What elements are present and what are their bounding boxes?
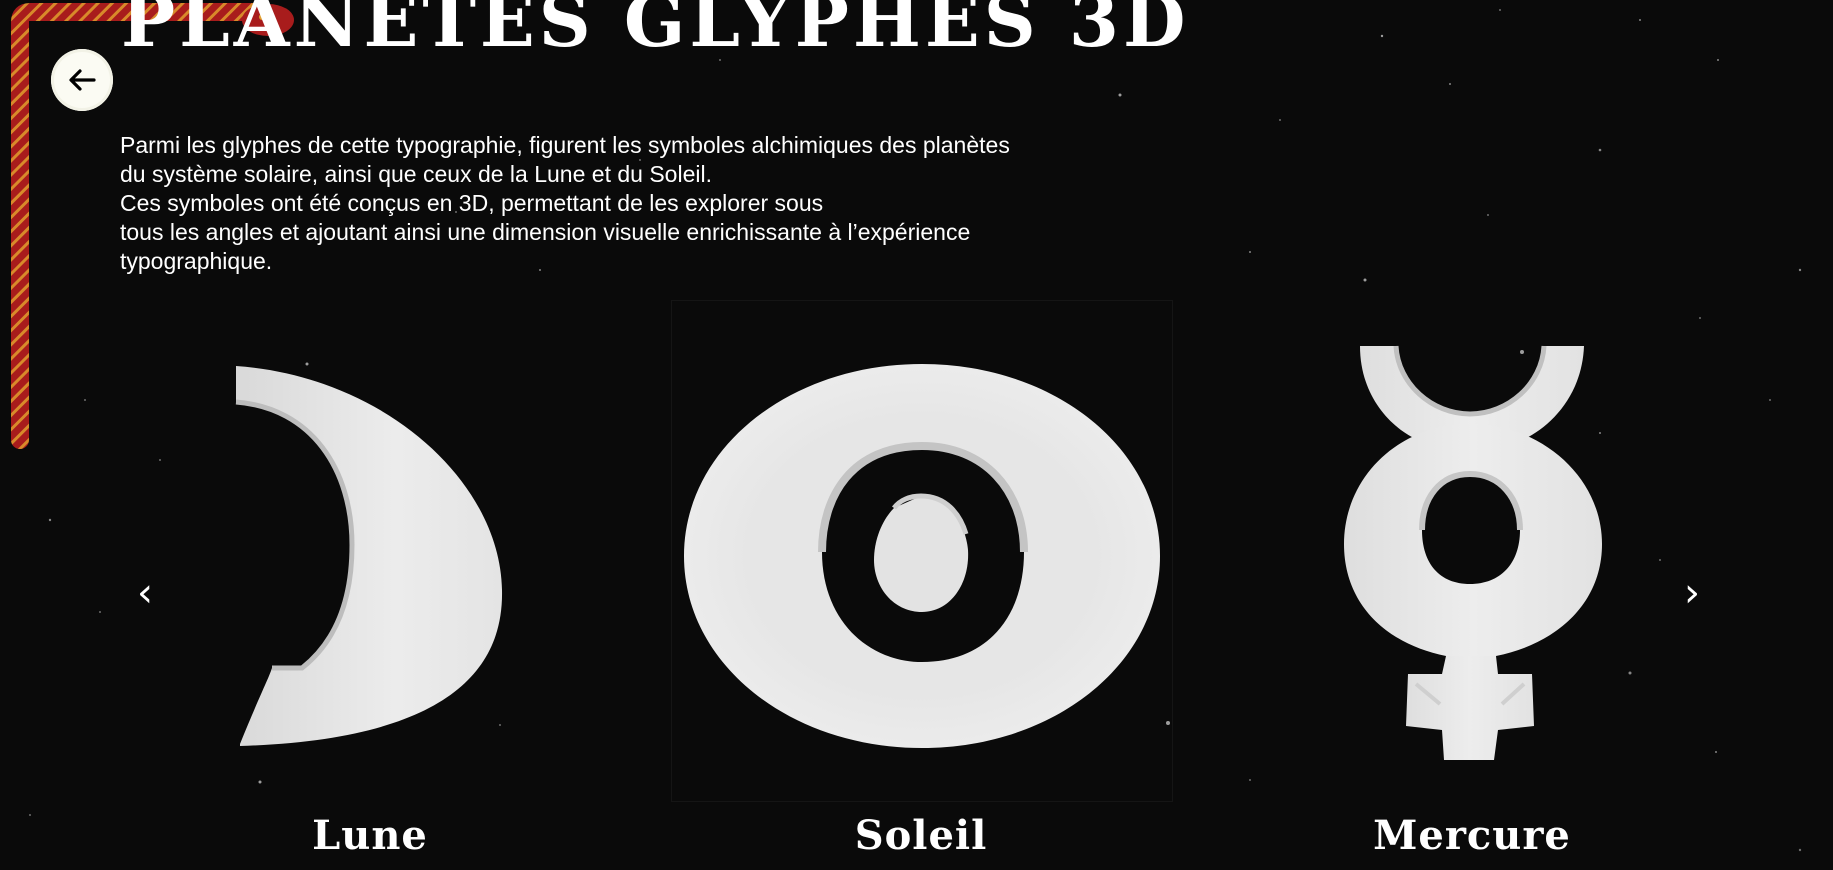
back-button[interactable] <box>51 49 113 111</box>
intro-line: tous les angles et ajoutant ainsi une di… <box>120 219 971 245</box>
intro-line: Parmi les glyphes de cette typographie, … <box>120 132 1010 158</box>
sun-glyph-3d[interactable] <box>684 364 1160 748</box>
glyph-label-lune: Lune <box>312 812 428 859</box>
page: PLANÈTES GLYPHES 3D Parmi les glyphes de… <box>0 0 1833 870</box>
intro-text: Parmi les glyphes de cette typographie, … <box>120 131 1120 276</box>
page-title: PLANÈTES GLYPHES 3D <box>121 0 1190 63</box>
intro-line: du système solaire, ainsi que ceux de la… <box>120 161 712 187</box>
glyph-label-soleil: Soleil <box>854 812 988 859</box>
carousel-next-button[interactable]: › <box>1684 573 1700 613</box>
carousel-prev-button[interactable]: ‹ <box>137 573 153 613</box>
moon-glyph-3d[interactable] <box>232 360 512 760</box>
arrow-left-icon <box>69 69 96 91</box>
intro-line: Ces symboles ont été conçus en 3D, perme… <box>120 190 824 216</box>
glyph-label-mercure: Mercure <box>1373 812 1571 859</box>
mercury-glyph-3d[interactable] <box>1336 344 1606 764</box>
intro-line: typographique. <box>120 248 273 274</box>
